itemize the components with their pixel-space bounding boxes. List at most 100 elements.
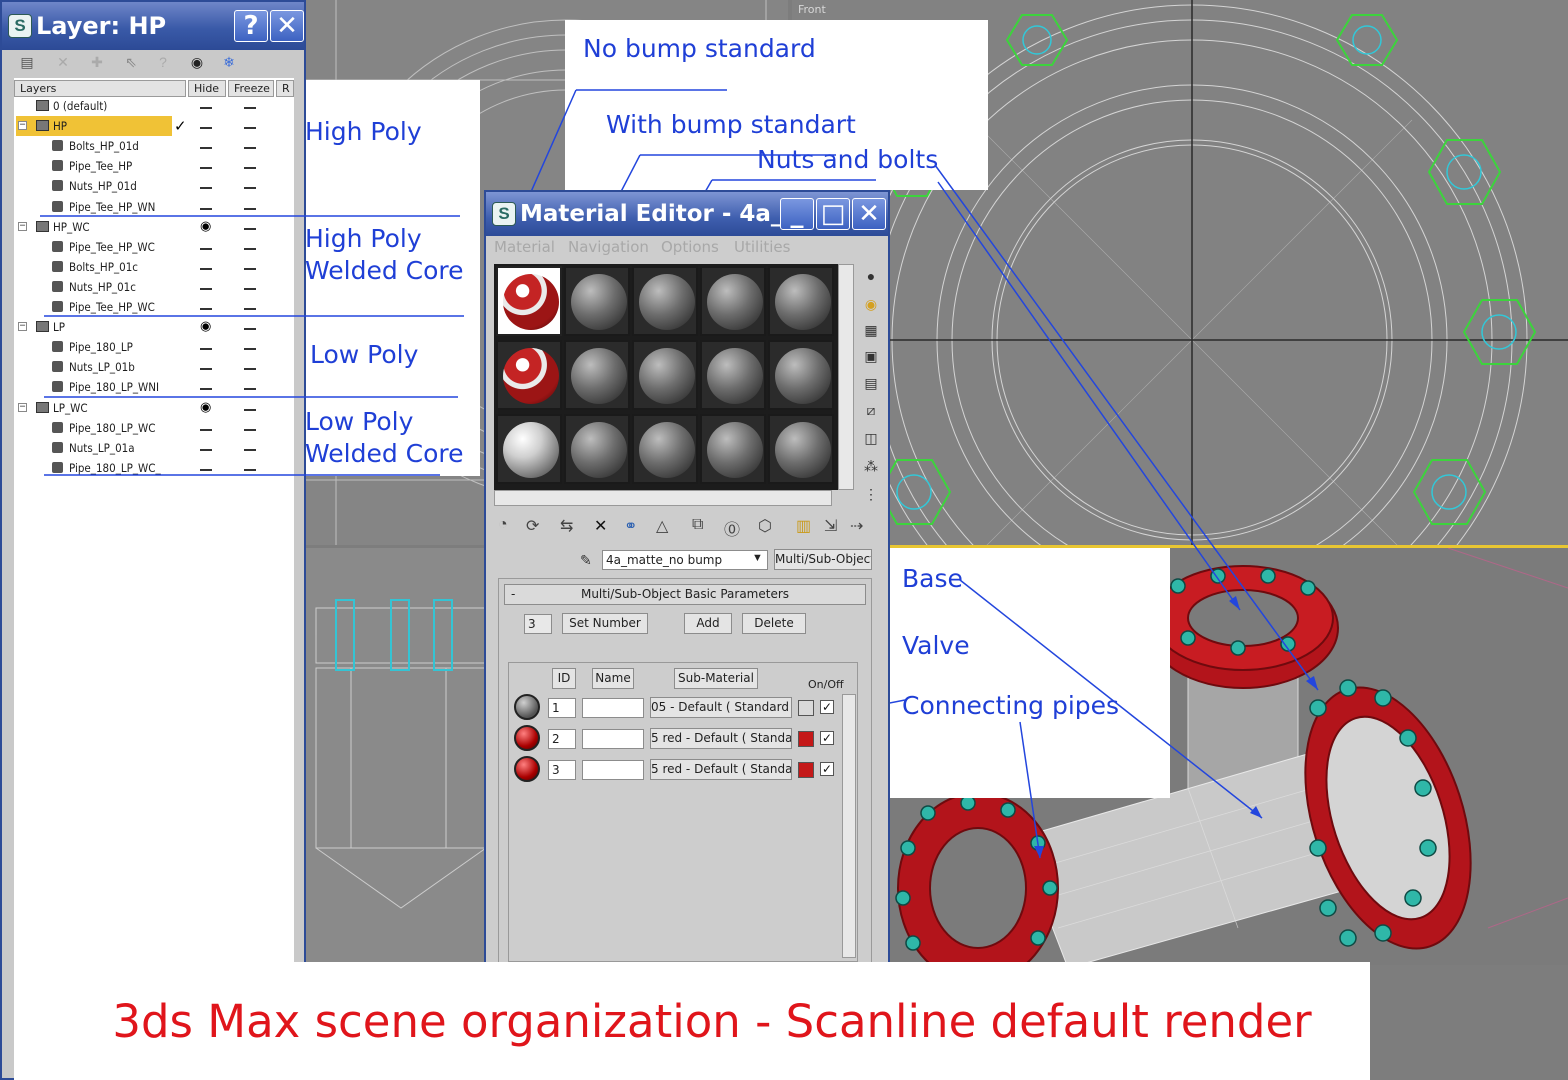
object-row[interactable]: Nuts_LP_01a [16, 438, 186, 458]
help-button[interactable]: ? [234, 10, 268, 42]
slots-scrollbar-h[interactable] [494, 490, 832, 506]
submaterial-color-swatch[interactable] [798, 731, 814, 747]
column-header-freeze[interactable]: Freeze [228, 80, 274, 97]
object-row[interactable]: Nuts_LP_01b [16, 357, 186, 377]
material-sample-slot[interactable] [768, 340, 834, 410]
slots-scrollbar-v[interactable] [838, 264, 854, 490]
freeze-toggle[interactable] [244, 388, 256, 391]
material-sample-slot[interactable] [564, 266, 630, 336]
show-map-icon[interactable]: ⬡ [758, 516, 772, 536]
sort-by-name-button[interactable]: Name [592, 668, 634, 689]
backlight-icon[interactable]: ◉ [861, 296, 881, 316]
material-sample-slot[interactable] [496, 414, 562, 484]
hide-toggle[interactable] [200, 127, 212, 130]
hidden-icon[interactable]: ◉ [200, 399, 211, 415]
hide-toggle[interactable] [200, 287, 212, 290]
submaterial-name-field[interactable] [582, 760, 644, 780]
submaterial-id-field[interactable]: 1 [548, 698, 576, 718]
select-icon[interactable]: ⇖ [120, 54, 142, 72]
object-row[interactable]: Pipe_180_LP_WC [16, 418, 186, 438]
submaterial-name-field[interactable] [582, 729, 644, 749]
layer-row[interactable]: − HP [16, 116, 172, 137]
sample-type-icon[interactable]: ● [861, 268, 881, 288]
submaterial-on-checkbox[interactable]: ✓ [820, 731, 834, 745]
freeze-toggle[interactable] [244, 107, 256, 109]
collapse-icon[interactable]: − [18, 221, 27, 231]
minimize-button[interactable]: _ [780, 198, 814, 230]
material-sample-slot[interactable] [700, 340, 766, 410]
hide-toggle[interactable] [200, 368, 212, 371]
background-icon[interactable]: ▦ [861, 322, 881, 342]
object-row[interactable]: Pipe_Tee_HP_WC [16, 297, 186, 317]
freeze-icon[interactable]: ❄ [218, 54, 240, 72]
column-header-render[interactable]: R [276, 80, 294, 97]
sort-by-submaterial-button[interactable]: Sub-Material [674, 668, 758, 689]
submaterial-button[interactable]: 05 - Default ( Standard ) [650, 697, 792, 718]
layer-row[interactable]: − HP_WC [16, 217, 186, 237]
collapse-icon[interactable]: − [18, 121, 27, 131]
material-navigator-icon[interactable]: ⋮ [861, 486, 881, 506]
submaterial-preview[interactable] [514, 725, 540, 751]
freeze-toggle[interactable] [244, 448, 256, 451]
submaterial-name-field[interactable] [582, 698, 644, 718]
submaterial-preview[interactable] [514, 694, 540, 720]
object-row[interactable]: Nuts_HP_01c [16, 277, 186, 297]
collapse-icon[interactable]: − [18, 322, 27, 332]
effects-channel-icon[interactable]: ⓪ [724, 516, 740, 540]
submaterial-color-swatch[interactable] [798, 762, 814, 778]
material-sample-slot[interactable] [700, 414, 766, 484]
column-header-layers[interactable]: Layers [14, 80, 186, 97]
menu-navigation[interactable]: Navigation [568, 238, 649, 256]
uv-tiling-icon[interactable]: ▣ [861, 348, 881, 368]
submaterial-button[interactable]: 5 red - Default ( Standard ) [650, 759, 792, 780]
select-by-material-icon[interactable]: ⁂ [861, 458, 881, 478]
object-row[interactable]: Bolts_HP_01d [16, 136, 186, 156]
freeze-toggle[interactable] [244, 428, 256, 431]
material-sample-slot[interactable] [632, 340, 698, 410]
viewport-left[interactable] [306, 548, 490, 968]
submaterial-id-field[interactable]: 2 [548, 729, 576, 749]
material-sample-slot[interactable] [700, 266, 766, 336]
freeze-toggle[interactable] [244, 287, 256, 290]
make-copy-icon[interactable]: ⚭ [624, 516, 637, 536]
reset-icon[interactable]: ✕ [594, 516, 607, 536]
hide-toggle[interactable] [200, 428, 212, 431]
column-header-hide[interactable]: Hide [188, 80, 226, 97]
freeze-toggle[interactable] [244, 167, 256, 170]
delete-button[interactable]: Delete [742, 613, 806, 634]
close-button[interactable]: ✕ [852, 198, 886, 230]
submaterial-preview[interactable] [514, 756, 540, 782]
material-sample-slot[interactable] [768, 414, 834, 484]
hide-toggle[interactable] [200, 388, 212, 391]
object-row[interactable]: Nuts_HP_01d [16, 176, 186, 196]
freeze-toggle[interactable] [244, 127, 256, 130]
delete-icon[interactable]: ✕ [52, 54, 74, 72]
hide-toggle[interactable] [200, 448, 212, 451]
go-sibling-icon[interactable]: ⇢ [850, 516, 863, 536]
freeze-toggle[interactable] [244, 308, 256, 310]
add-button[interactable]: Add [684, 613, 732, 634]
object-row[interactable]: Pipe_Tee_HP_WC [16, 237, 186, 257]
material-sample-slot[interactable] [496, 340, 562, 410]
material-count-field[interactable]: 3 [524, 614, 552, 634]
assign-material-icon[interactable]: ⇆ [560, 516, 573, 536]
make-unique-icon[interactable]: △ [656, 516, 668, 536]
layer-row[interactable]: − LP_WC [16, 398, 186, 418]
hide-toggle[interactable] [200, 308, 212, 310]
hide-toggle[interactable] [200, 348, 212, 351]
object-row[interactable]: Pipe_180_LP [16, 337, 186, 357]
chevron-down-icon[interactable]: ▼ [752, 552, 763, 564]
hide-toggle[interactable] [200, 247, 212, 250]
submaterial-button[interactable]: 5 red - Default ( Standard ) [650, 728, 792, 749]
material-sample-slot[interactable] [564, 340, 630, 410]
object-row[interactable]: Pipe_180_LP_WC_ [16, 458, 186, 478]
material-sample-slot[interactable] [768, 266, 834, 336]
submaterial-id-field[interactable]: 3 [548, 760, 576, 780]
object-row[interactable]: Pipe_Tee_HP_WN [16, 197, 186, 217]
go-parent-icon[interactable]: ⇲ [824, 516, 837, 536]
freeze-toggle[interactable] [244, 328, 256, 331]
freeze-toggle[interactable] [244, 408, 256, 411]
submaterial-scrollbar[interactable] [842, 694, 856, 958]
show-end-result-icon[interactable]: ▥ [796, 516, 811, 536]
menu-material[interactable]: Material [494, 238, 555, 256]
